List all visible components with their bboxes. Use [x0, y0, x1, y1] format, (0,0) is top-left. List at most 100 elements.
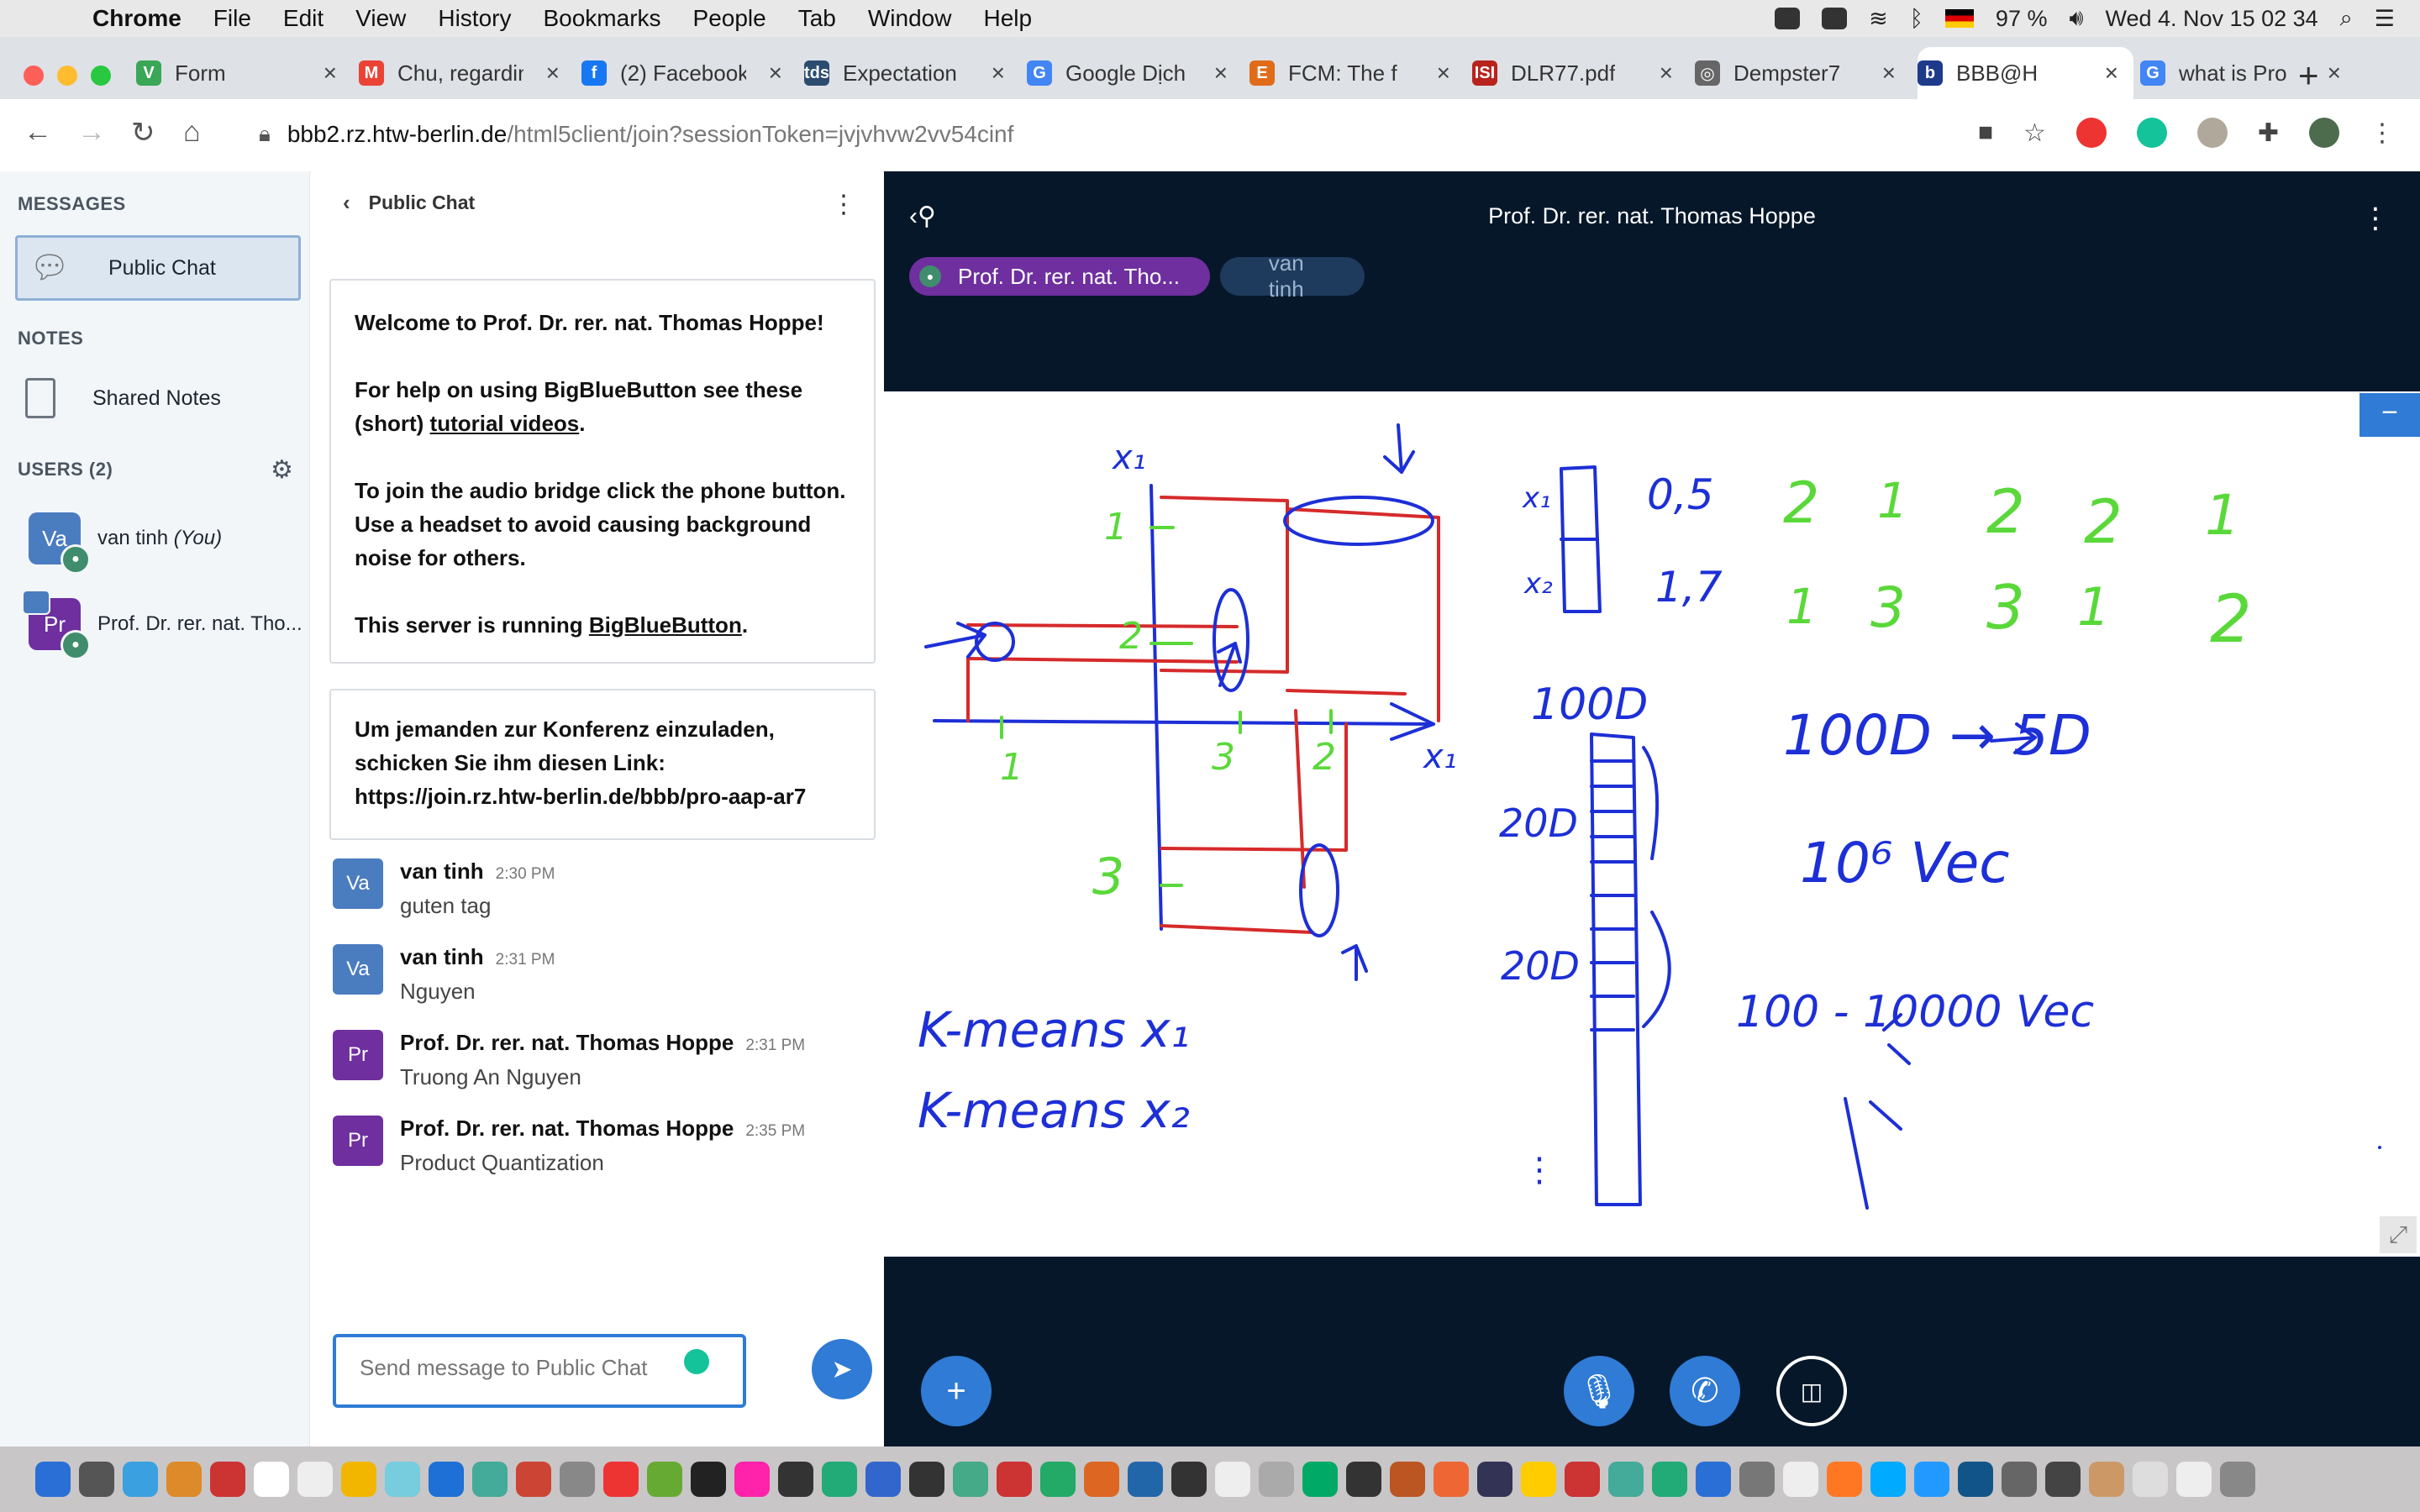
microphone-button[interactable]: 🎙︎: [1564, 1356, 1634, 1426]
dock-app-icon[interactable]: [210, 1462, 245, 1497]
bluetooth-icon[interactable]: ᛒ: [1910, 6, 1923, 32]
browser-tab[interactable]: tds Expectation ×: [804, 47, 1020, 99]
browser-tab[interactable]: Gwhat is Pro ×: [2140, 47, 2356, 99]
dock-app-icon[interactable]: [166, 1462, 202, 1497]
bug-extension-icon[interactable]: [2196, 118, 2228, 148]
menu-history[interactable]: History: [438, 5, 511, 32]
close-tab-icon[interactable]: ×: [769, 60, 782, 87]
message-input[interactable]: [358, 1354, 681, 1382]
dock-app-icon[interactable]: [1434, 1462, 1469, 1497]
dock-app-icon[interactable]: [1171, 1462, 1207, 1497]
menu-people[interactable]: People: [693, 5, 766, 32]
gear-icon[interactable]: ⚙: [271, 455, 293, 485]
dock-app-icon[interactable]: [1128, 1462, 1163, 1497]
address-bar[interactable]: 🔒︎ bbb2.rz.htw-berlin.de/html5client/joi…: [242, 109, 2074, 160]
chat-options-icon[interactable]: ⋮: [831, 190, 856, 219]
dock-app-icon[interactable]: [297, 1462, 333, 1497]
menu-tab[interactable]: Tab: [798, 5, 836, 32]
notification-center-icon[interactable]: ☰: [2375, 6, 2395, 32]
dock-app-icon[interactable]: [2045, 1462, 2081, 1497]
fullscreen-icon[interactable]: ⤢: [2380, 1216, 2417, 1253]
dock-app-icon[interactable]: [1565, 1462, 1600, 1497]
browser-tab[interactable]: ISI DLR77.pdf ×: [1472, 47, 1688, 99]
send-button[interactable]: ➤: [812, 1339, 872, 1399]
bigbluebutton-link[interactable]: BigBlueButton: [589, 612, 742, 638]
dock-app-icon[interactable]: [1390, 1462, 1425, 1497]
dock-app-icon[interactable]: [1608, 1462, 1644, 1497]
talking-indicator[interactable]: van tinh: [1220, 250, 1365, 302]
extensions-puzzle-icon[interactable]: ✚: [2258, 118, 2279, 148]
camera-status-icon[interactable]: [1822, 8, 1848, 29]
dock-app-icon[interactable]: [603, 1462, 639, 1497]
minimize-presentation-button[interactable]: −: [2360, 393, 2420, 437]
menu-window[interactable]: Window: [868, 5, 952, 32]
wifi-icon[interactable]: ≋: [1869, 6, 1888, 32]
menu-view[interactable]: View: [355, 5, 406, 32]
user-list-item[interactable]: Pr ● Prof. Dr. rer. nat. Tho...: [22, 590, 302, 660]
browser-tab[interactable]: ◎ Dempster7 ×: [1695, 47, 1911, 99]
dock-app-icon[interactable]: [341, 1462, 376, 1497]
bookmark-star-icon[interactable]: ☆: [2023, 118, 2046, 148]
user-list-item[interactable]: Va ● van tinh (You): [29, 512, 222, 575]
menu-bookmarks[interactable]: Bookmarks: [543, 5, 660, 32]
close-tab-icon[interactable]: ×: [2328, 60, 2341, 87]
leave-audio-button[interactable]: ✆: [1670, 1356, 1740, 1426]
spotlight-icon[interactable]: ⌕: [2340, 5, 2353, 32]
menu-edit[interactable]: Edit: [283, 5, 324, 32]
clock[interactable]: Wed 4. Nov 15 02 34: [2105, 6, 2317, 32]
browser-tab[interactable]: b BBB@H ×: [1918, 47, 2133, 99]
dock-app-icon[interactable]: [2176, 1462, 2212, 1497]
menu-file[interactable]: File: [213, 5, 251, 32]
close-tab-icon[interactable]: ×: [1660, 60, 1673, 87]
dock-app-icon[interactable]: [1958, 1462, 1993, 1497]
browser-tab[interactable]: V Form ×: [136, 47, 352, 99]
grammarly-icon[interactable]: [684, 1349, 709, 1374]
dock-app-icon[interactable]: [1914, 1462, 1949, 1497]
dock-app-icon[interactable]: [1870, 1462, 1906, 1497]
dock-app-icon[interactable]: [1215, 1462, 1250, 1497]
dock-app-icon[interactable]: [2133, 1462, 2168, 1497]
dock-app-icon[interactable]: [1696, 1462, 1731, 1497]
dock-app-icon[interactable]: [2089, 1462, 2124, 1497]
menu-help[interactable]: Help: [983, 5, 1032, 32]
tutorial-videos-link[interactable]: tutorial videos: [430, 411, 580, 436]
chrome-menu-icon[interactable]: ⋮: [2370, 118, 2395, 148]
dock-app-icon[interactable]: [385, 1462, 420, 1497]
actions-add-button[interactable]: +: [921, 1356, 992, 1426]
dock-app-icon[interactable]: [997, 1462, 1032, 1497]
adblock-extension-icon[interactable]: [2075, 118, 2107, 148]
dock-app-icon[interactable]: [79, 1462, 114, 1497]
dock-app-icon[interactable]: [822, 1462, 857, 1497]
dock-app-icon[interactable]: [2220, 1462, 2255, 1497]
dock-app-icon[interactable]: [953, 1462, 988, 1497]
dock-app-icon[interactable]: [734, 1462, 770, 1497]
chevron-left-icon[interactable]: ‹: [343, 190, 350, 216]
camera-blocked-icon[interactable]: ■: [1978, 118, 1993, 147]
dock-app-icon[interactable]: [778, 1462, 813, 1497]
dock-app-icon[interactable]: [909, 1462, 944, 1497]
zoom-status-icon[interactable]: [1775, 8, 1801, 29]
dock-app-icon[interactable]: [1302, 1462, 1338, 1497]
profile-avatar[interactable]: [2309, 118, 2339, 148]
close-tab-icon[interactable]: ×: [992, 60, 1005, 87]
close-tab-icon[interactable]: ×: [324, 60, 337, 87]
dock-app-icon[interactable]: [560, 1462, 595, 1497]
dock-app-icon[interactable]: [1477, 1462, 1512, 1497]
dock-app-icon[interactable]: [1783, 1462, 1818, 1497]
talking-indicator[interactable]: ● Prof. Dr. rer. nat. Tho...: [909, 257, 1210, 296]
close-tab-icon[interactable]: ×: [1214, 60, 1228, 87]
dock-app-icon[interactable]: [2002, 1462, 2037, 1497]
browser-tab[interactable]: f (2) Facebook ×: [581, 47, 797, 99]
dock-app-icon[interactable]: [1739, 1462, 1775, 1497]
reload-icon[interactable]: ↻: [131, 116, 155, 150]
dock-app-icon[interactable]: [429, 1462, 464, 1497]
share-webcam-button[interactable]: ◫: [1776, 1356, 1847, 1426]
battery-status[interactable]: 97 %: [1996, 6, 2048, 32]
zoom-window-button[interactable]: [91, 66, 111, 86]
grammarly-extension-icon[interactable]: [2136, 118, 2167, 148]
close-tab-icon[interactable]: ×: [1882, 60, 1896, 87]
dock-app-icon[interactable]: [865, 1462, 901, 1497]
dock-app-icon[interactable]: [1040, 1462, 1076, 1497]
dock-app-icon[interactable]: [1827, 1462, 1862, 1497]
german-flag-icon[interactable]: [1944, 9, 1974, 28]
